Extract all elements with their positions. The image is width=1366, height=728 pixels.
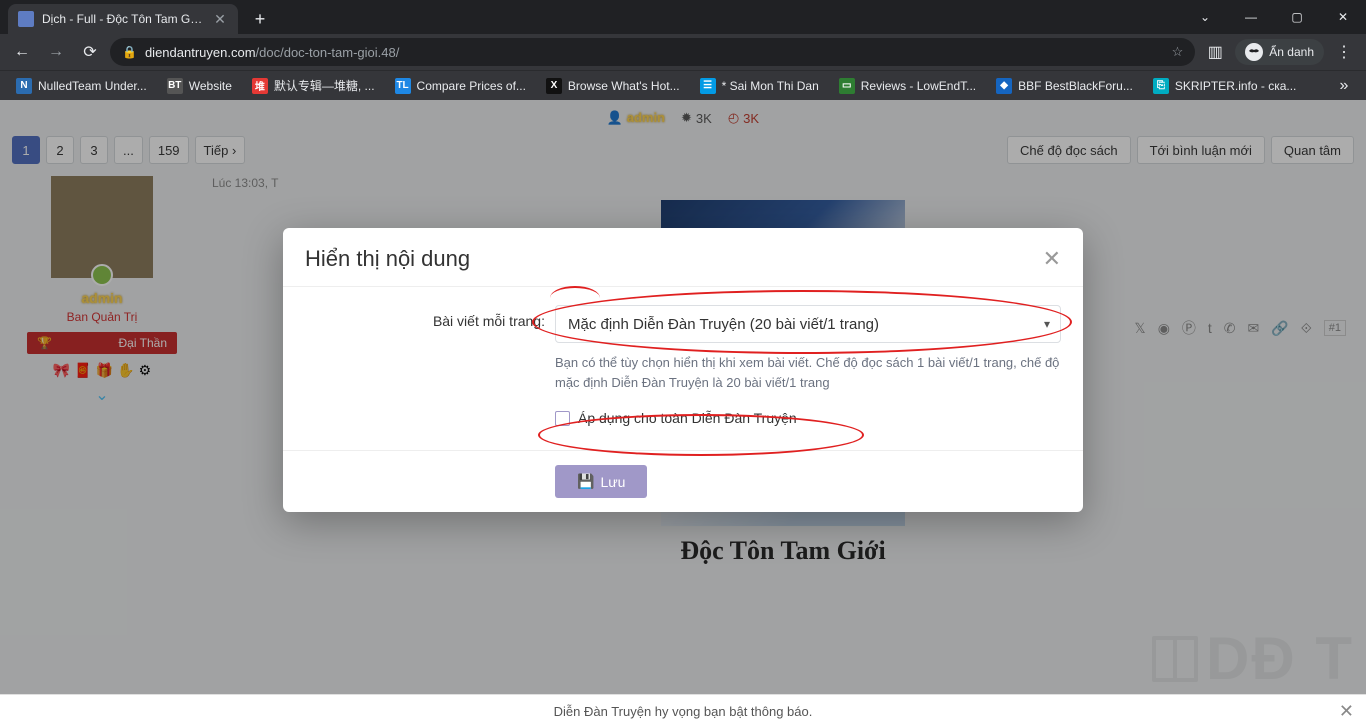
save-button[interactable]: 💾 Lưu: [555, 465, 647, 498]
posts-per-page-select[interactable]: Mặc định Diễn Đàn Truyện (20 bài viết/1 …: [555, 305, 1061, 343]
bookmark-item[interactable]: ⎘SKRIPTER.info - ска...: [1145, 74, 1305, 98]
page-viewport: 👤 admin ✹ 3K ◴ 3K 123...159Tiếp › Chế độ…: [0, 100, 1366, 728]
bookmark-star-icon[interactable]: ☆: [1172, 44, 1184, 60]
bookmark-item[interactable]: BTWebsite: [159, 74, 240, 98]
bookmark-favicon: 堆: [252, 78, 268, 94]
bookmark-item[interactable]: ☰* Sai Mon Thi Dan: [692, 74, 827, 98]
bookmark-favicon: ⎘: [1153, 78, 1169, 94]
bookmark-favicon: ◆: [996, 78, 1012, 94]
display-settings-modal: Hiển thị nội dung ✕ Bài viết mỗi trang: …: [283, 228, 1083, 512]
bookmarks-overflow-icon[interactable]: »: [1330, 72, 1358, 100]
tab-close-icon[interactable]: ✕: [212, 11, 228, 28]
url-bar[interactable]: 🔒 diendantruyen.com/doc/doc-ton-tam-gioi…: [110, 38, 1195, 66]
bookmark-favicon: X: [546, 78, 562, 94]
bookmark-item[interactable]: TLCompare Prices of...: [387, 74, 534, 98]
help-text: Bạn có thể tùy chọn hiển thị khi xem bài…: [555, 353, 1061, 392]
url-domain: diendantruyen.com: [145, 45, 256, 60]
nav-forward-icon: →: [42, 38, 70, 66]
url-path: /doc/doc-ton-tam-gioi.48/: [256, 45, 400, 60]
window-chevron-icon[interactable]: ⌄: [1182, 0, 1228, 34]
window-minimize-icon[interactable]: —: [1228, 0, 1274, 34]
bookmark-item[interactable]: 堆默认专辑—堆糖, ...: [244, 73, 383, 98]
bookmark-favicon: BT: [167, 78, 183, 94]
browser-menu-icon[interactable]: ⋮: [1330, 38, 1358, 66]
bookmark-favicon: TL: [395, 78, 411, 94]
panel-icon[interactable]: ▥: [1201, 38, 1229, 66]
bookmark-item[interactable]: ◆BBF BestBlackForu...: [988, 74, 1141, 98]
incognito-icon: [1245, 43, 1263, 61]
notification-close-icon[interactable]: ✕: [1339, 701, 1354, 722]
browser-tab[interactable]: Dịch - Full - Độc Tôn Tam Giới | D ✕: [8, 4, 238, 34]
save-icon: 💾: [577, 473, 594, 490]
nav-reload-icon[interactable]: ⟳: [76, 38, 104, 66]
apply-all-checkbox[interactable]: [555, 411, 570, 426]
tab-favicon: [18, 11, 34, 27]
bookmarks-bar: NNulledTeam Under...BTWebsite堆默认专辑—堆糖, .…: [0, 70, 1366, 100]
window-close-icon[interactable]: ✕: [1320, 0, 1366, 34]
modal-close-icon[interactable]: ✕: [1043, 246, 1061, 272]
posts-per-page-label: Bài viết mỗi trang:: [305, 305, 545, 329]
bookmark-favicon: N: [16, 78, 32, 94]
incognito-badge[interactable]: Ẩn danh: [1235, 39, 1324, 65]
bookmark-item[interactable]: XBrowse What's Hot...: [538, 74, 688, 98]
window-maximize-icon[interactable]: ▢: [1274, 0, 1320, 34]
bookmark-item[interactable]: NNulledTeam Under...: [8, 74, 155, 98]
select-caret-icon: ▾: [1044, 317, 1050, 331]
bookmark-favicon: ☰: [700, 78, 716, 94]
browser-toolbar: ← → ⟳ 🔒 diendantruyen.com/doc/doc-ton-ta…: [0, 34, 1366, 70]
apply-all-label: Áp dụng cho toàn Diễn Đàn Truyện: [578, 410, 797, 426]
lock-icon: 🔒: [122, 45, 137, 59]
tab-title: Dịch - Full - Độc Tôn Tam Giới | D: [42, 12, 204, 26]
new-tab-button[interactable]: +: [246, 5, 274, 33]
nav-back-icon[interactable]: ←: [8, 38, 36, 66]
notification-bar: Diễn Đàn Truyện hy vọng bạn bật thông bá…: [0, 694, 1366, 728]
bookmark-favicon: ▭: [839, 78, 855, 94]
browser-titlebar: Dịch - Full - Độc Tôn Tam Giới | D ✕ + ⌄…: [0, 0, 1366, 34]
bookmark-item[interactable]: ▭Reviews - LowEndT...: [831, 74, 984, 98]
modal-title: Hiển thị nội dung: [305, 246, 470, 272]
